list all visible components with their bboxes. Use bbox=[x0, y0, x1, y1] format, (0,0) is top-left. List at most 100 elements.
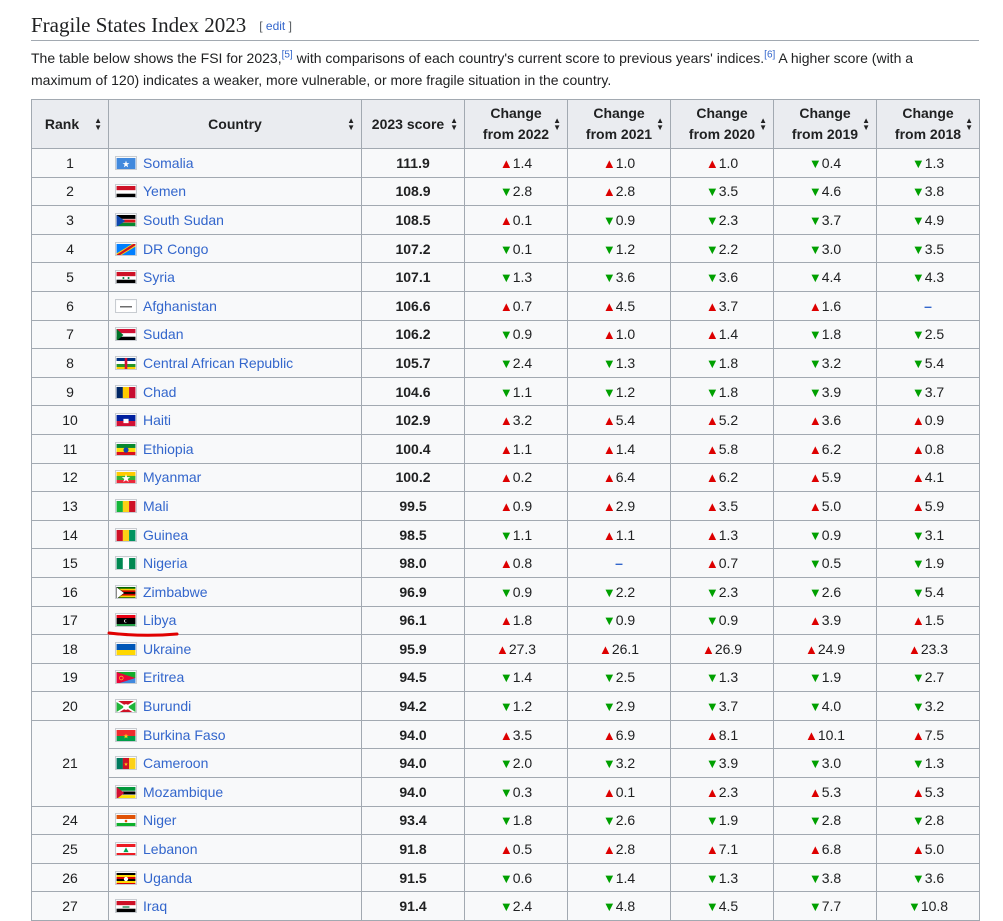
country-link[interactable]: Chad bbox=[143, 384, 176, 400]
sort-icon: ▲ ▼ bbox=[94, 116, 102, 132]
table-row: 2 Yemen 108.9 ▼2.8 ▲2.8 ▼3.5 ▼4.6 ▼3.8 bbox=[31, 176, 980, 207]
country-link[interactable]: Cameroon bbox=[143, 755, 208, 771]
table-row: 16 Zimbabwe 96.9 ▼0.9 ▼2.2 ▼2.3 ▼2.6 ▼5.4 bbox=[31, 576, 980, 607]
sort-icon: ▲ ▼ bbox=[347, 116, 355, 132]
country-link[interactable]: Burkina Faso bbox=[143, 727, 225, 743]
intro-paragraph: The table below shows the FSI for 2023,[… bbox=[31, 49, 914, 88]
country-link[interactable]: South Sudan bbox=[143, 212, 224, 228]
country-link[interactable]: Niger bbox=[143, 812, 176, 828]
country-link[interactable]: Haiti bbox=[143, 412, 171, 428]
change-cell: ▼1.9 bbox=[773, 662, 877, 693]
country-link[interactable]: Somalia bbox=[143, 155, 194, 171]
country-link[interactable]: Uganda bbox=[143, 870, 192, 886]
country-link[interactable]: Afghanistan bbox=[143, 298, 217, 314]
country-link[interactable]: Ukraine bbox=[143, 641, 191, 657]
country-link[interactable]: Central African Republic bbox=[143, 355, 293, 371]
change-cell: ▲1.0 bbox=[567, 319, 671, 350]
change-cell: ▼7.7 bbox=[773, 891, 877, 921]
score-cell: 111.9 bbox=[361, 148, 465, 178]
decrease-arrow-icon: ▼ bbox=[499, 899, 513, 915]
country-link[interactable]: Sudan bbox=[143, 326, 183, 342]
header-rank[interactable]: Rank ▲ ▼ bbox=[31, 99, 109, 149]
header-score[interactable]: 2023 score ▲ ▼ bbox=[361, 99, 465, 149]
lebanon-flag-icon bbox=[115, 842, 137, 857]
change-value: 0.3 bbox=[512, 783, 533, 800]
header-change-2021[interactable]: Change from 2021 ▲ ▼ bbox=[567, 99, 671, 149]
header-change-2022[interactable]: Change from 2022 ▲ ▼ bbox=[464, 99, 568, 149]
table-header-row: Rank ▲ ▼ Country ▲ ▼ 2023 score ▲ ▼ Change fro… bbox=[31, 99, 980, 149]
country-link[interactable]: Zimbabwe bbox=[143, 584, 208, 600]
change-value: 3.2 bbox=[512, 412, 533, 429]
change-cell: ▲7.1 bbox=[670, 834, 774, 864]
change-cell: ▲1.0 bbox=[567, 148, 671, 178]
change-value: 5.3 bbox=[924, 783, 945, 800]
country-link[interactable]: Myanmar bbox=[143, 469, 201, 485]
change-cell: ▲3.6 bbox=[773, 405, 877, 435]
country-link[interactable]: DR Congo bbox=[143, 241, 208, 257]
change-cell: – bbox=[876, 290, 980, 321]
country-link[interactable]: Iraq bbox=[143, 898, 167, 914]
country-link[interactable]: Lebanon bbox=[143, 841, 198, 857]
country-link[interactable]: Eritrea bbox=[143, 669, 184, 685]
reference-link-6[interactable]: [6] bbox=[764, 49, 775, 60]
header-change-2018[interactable]: Change from 2018 ▲ ▼ bbox=[876, 99, 980, 149]
change-cell: ▼4.3 bbox=[876, 262, 980, 292]
reference-link-5[interactable]: [5] bbox=[282, 49, 293, 60]
decrease-arrow-icon: ▼ bbox=[705, 870, 719, 886]
country-link[interactable]: Guinea bbox=[143, 527, 188, 543]
change-cell: ▼3.5 bbox=[876, 233, 980, 264]
country-cell: Guinea bbox=[108, 519, 362, 550]
change-cell: ▼0.3 bbox=[464, 777, 568, 807]
change-value: 1.8 bbox=[718, 383, 739, 400]
decrease-arrow-icon: ▼ bbox=[911, 870, 925, 886]
country-cell: Afghanistan bbox=[108, 290, 362, 321]
change-cell: ▲1.1 bbox=[464, 433, 568, 464]
change-cell: ▲2.8 bbox=[567, 176, 671, 207]
change-cell: ▼1.1 bbox=[464, 519, 568, 550]
decrease-arrow-icon: ▼ bbox=[499, 327, 513, 343]
country-cell: Niger bbox=[108, 805, 362, 836]
country-link[interactable]: Mali bbox=[143, 498, 169, 514]
country-link[interactable]: Mozambique bbox=[143, 784, 223, 800]
rank-cell: 21 bbox=[31, 719, 109, 807]
change-cell: ▲5.0 bbox=[876, 834, 980, 864]
decrease-arrow-icon: ▼ bbox=[911, 699, 925, 715]
change-cell: ▲0.7 bbox=[670, 548, 774, 578]
uganda-flag-icon bbox=[115, 870, 137, 885]
change-value: 1.8 bbox=[512, 812, 533, 829]
decrease-arrow-icon: ▼ bbox=[602, 899, 616, 915]
header-change-2019[interactable]: Change from 2019 ▲ ▼ bbox=[773, 99, 877, 149]
country-link[interactable]: Yemen bbox=[143, 183, 186, 199]
section: Fragile States Index 2023 [ edit ] The t… bbox=[31, 0, 979, 91]
change-value: 0.9 bbox=[924, 412, 945, 429]
increase-arrow-icon: ▲ bbox=[907, 641, 921, 657]
change-cell: ▼1.8 bbox=[773, 319, 877, 350]
change-value: 1.2 bbox=[615, 383, 636, 400]
change-cell: ▼1.8 bbox=[464, 805, 568, 836]
change-value: 2.8 bbox=[615, 183, 636, 200]
country-link[interactable]: Nigeria bbox=[143, 555, 187, 571]
decrease-arrow-icon: ▼ bbox=[499, 527, 513, 543]
country-link[interactable]: Libya bbox=[143, 612, 176, 628]
change-cell: ▼3.7 bbox=[876, 376, 980, 407]
header-country[interactable]: Country ▲ ▼ bbox=[108, 99, 362, 149]
country-link[interactable]: Ethiopia bbox=[143, 441, 194, 457]
increase-arrow-icon: ▲ bbox=[808, 613, 822, 629]
edit-link[interactable]: edit bbox=[266, 19, 285, 33]
country-link[interactable]: Burundi bbox=[143, 698, 191, 714]
change-cell: ▼3.0 bbox=[773, 748, 877, 779]
score-cell: 94.2 bbox=[361, 691, 465, 721]
score-cell: 91.8 bbox=[361, 834, 465, 864]
header-change-2020[interactable]: Change from 2020 ▲ ▼ bbox=[670, 99, 774, 149]
change-value: 3.2 bbox=[924, 698, 945, 715]
increase-arrow-icon: ▲ bbox=[911, 842, 925, 858]
change-value: 2.8 bbox=[821, 812, 842, 829]
change-value: 3.0 bbox=[821, 240, 842, 257]
decrease-arrow-icon: ▼ bbox=[911, 584, 925, 600]
decrease-arrow-icon: ▼ bbox=[808, 813, 822, 829]
change-cell: ▲27.3 bbox=[464, 634, 568, 664]
country-link[interactable]: Syria bbox=[143, 269, 175, 285]
change-cell: ▲3.9 bbox=[773, 605, 877, 636]
increase-arrow-icon: ▲ bbox=[602, 498, 616, 514]
decrease-arrow-icon: ▼ bbox=[499, 813, 513, 829]
